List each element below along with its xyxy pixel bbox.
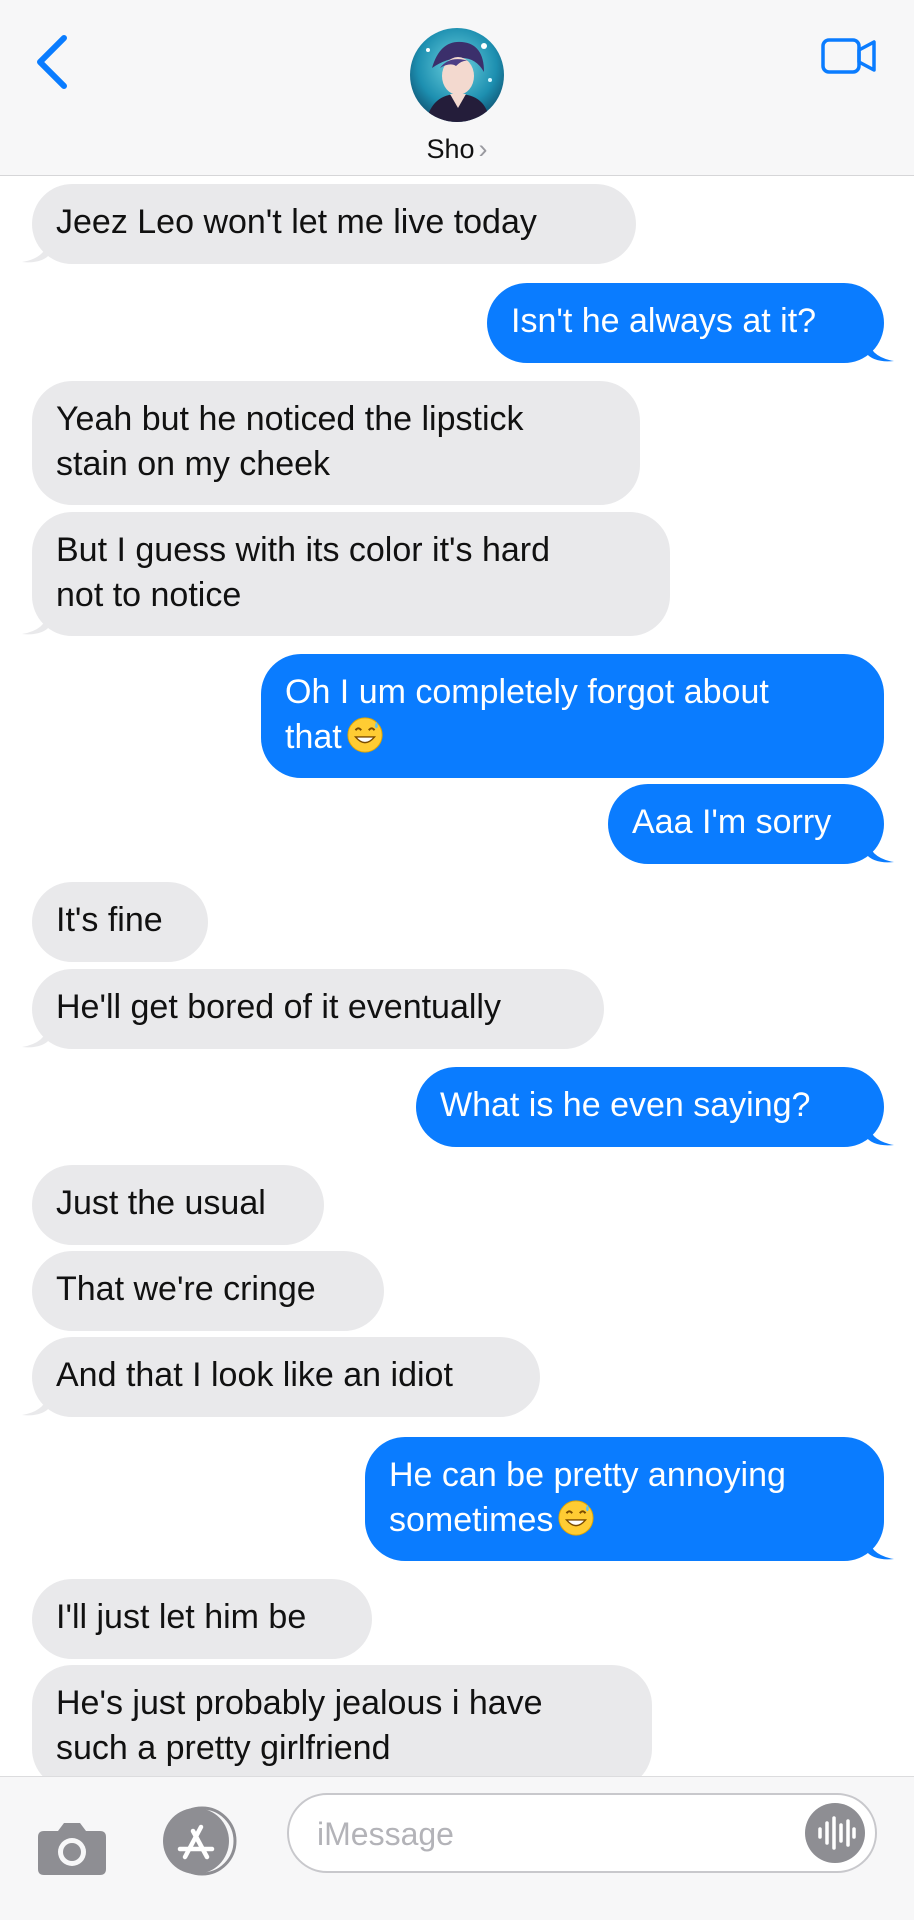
outgoing-message[interactable]: Isn't he always at it? bbox=[487, 283, 884, 363]
incoming-bubble-tail bbox=[22, 240, 50, 263]
outgoing-bubble-tail bbox=[866, 1537, 894, 1560]
message-text-line: such a pretty girlfriend bbox=[56, 1729, 391, 1767]
incoming-message[interactable]: It's fine bbox=[32, 882, 208, 962]
message-text: It's fine bbox=[56, 901, 163, 939]
incoming-message[interactable]: Yeah but he noticed the lipstick stain o… bbox=[32, 381, 640, 505]
incoming-message[interactable]: Just the usual bbox=[32, 1165, 324, 1245]
message-text-line: stain on my cheek bbox=[56, 445, 331, 483]
incoming-message[interactable]: That we're cringe bbox=[32, 1251, 384, 1331]
audio-message-button[interactable] bbox=[803, 1801, 867, 1865]
message-text: And that I look like an idiot bbox=[56, 1356, 453, 1394]
message-text: I'll just let him be bbox=[56, 1598, 307, 1636]
incoming-message[interactable]: And that I look like an idiot bbox=[32, 1337, 540, 1417]
incoming-message[interactable]: But I guess with its color it's hard not… bbox=[32, 512, 670, 636]
imessage-input-container bbox=[287, 1793, 877, 1873]
outgoing-bubble-tail bbox=[866, 339, 894, 362]
chevron-right-icon: › bbox=[478, 134, 488, 164]
message-text-line: that bbox=[285, 718, 342, 756]
outgoing-message[interactable]: What is he even saying? bbox=[416, 1067, 884, 1147]
grinning-sweat-emoji-icon bbox=[558, 1500, 594, 1536]
outgoing-message[interactable]: Aaa I'm sorry bbox=[608, 784, 884, 864]
message-text-line: not to notice bbox=[56, 576, 242, 614]
message-text: He'll get bored of it eventually bbox=[56, 988, 501, 1026]
avatar-image bbox=[410, 28, 504, 122]
video-camera-icon bbox=[821, 38, 876, 74]
contact-name: Sho bbox=[426, 134, 475, 164]
message-text: Jeez Leo won't let me live today bbox=[56, 203, 537, 241]
message-text: Isn't he always at it? bbox=[511, 302, 817, 340]
message-text: Aaa I'm sorry bbox=[632, 803, 832, 841]
message-text-line: sometimes bbox=[389, 1501, 554, 1539]
incoming-message[interactable]: He's just probably jealous i have such a… bbox=[32, 1665, 652, 1789]
app-store-icon bbox=[163, 1806, 237, 1876]
outgoing-message[interactable]: Oh I um completely forgot about that bbox=[261, 654, 884, 778]
message-text: That we're cringe bbox=[56, 1270, 316, 1308]
contact-avatar[interactable] bbox=[410, 28, 504, 122]
camera-button[interactable] bbox=[36, 1817, 108, 1877]
chevron-left-icon bbox=[37, 35, 67, 89]
camera-icon bbox=[38, 1823, 106, 1875]
message-text: What is he even saying? bbox=[440, 1086, 811, 1124]
outgoing-message[interactable]: He can be pretty annoying sometimes bbox=[365, 1437, 884, 1561]
incoming-bubble-tail bbox=[22, 612, 50, 635]
outgoing-bubble-tail bbox=[866, 1123, 894, 1146]
conversation-header: Sho › bbox=[0, 0, 914, 176]
audio-waveform-icon bbox=[805, 1803, 865, 1863]
imessage-input[interactable] bbox=[315, 1809, 779, 1859]
incoming-bubble-tail bbox=[22, 1393, 50, 1416]
compose-bar bbox=[0, 1776, 914, 1920]
incoming-message[interactable]: He'll get bored of it eventually bbox=[32, 969, 604, 1049]
message-text-line: But I guess with its color it's hard bbox=[56, 531, 551, 569]
message-text-line: He's just probably jealous i have bbox=[56, 1684, 543, 1722]
message-text-line: Yeah but he noticed the lipstick bbox=[56, 400, 524, 438]
message-text-line: Oh I um completely forgot about bbox=[285, 673, 769, 711]
back-button[interactable] bbox=[30, 32, 74, 92]
contact-name-button[interactable]: Sho › bbox=[0, 134, 914, 165]
grinning-sweat-emoji-icon bbox=[347, 717, 383, 753]
outgoing-bubble-tail bbox=[866, 840, 894, 863]
message-text: Just the usual bbox=[56, 1184, 266, 1222]
incoming-message[interactable]: Jeez Leo won't let me live today bbox=[32, 184, 636, 264]
incoming-message[interactable]: I'll just let him be bbox=[32, 1579, 372, 1659]
app-store-button[interactable] bbox=[156, 1805, 240, 1877]
incoming-bubble-tail bbox=[22, 1025, 50, 1048]
message-text-line: He can be pretty annoying bbox=[389, 1456, 786, 1494]
facetime-video-button[interactable] bbox=[820, 36, 878, 76]
